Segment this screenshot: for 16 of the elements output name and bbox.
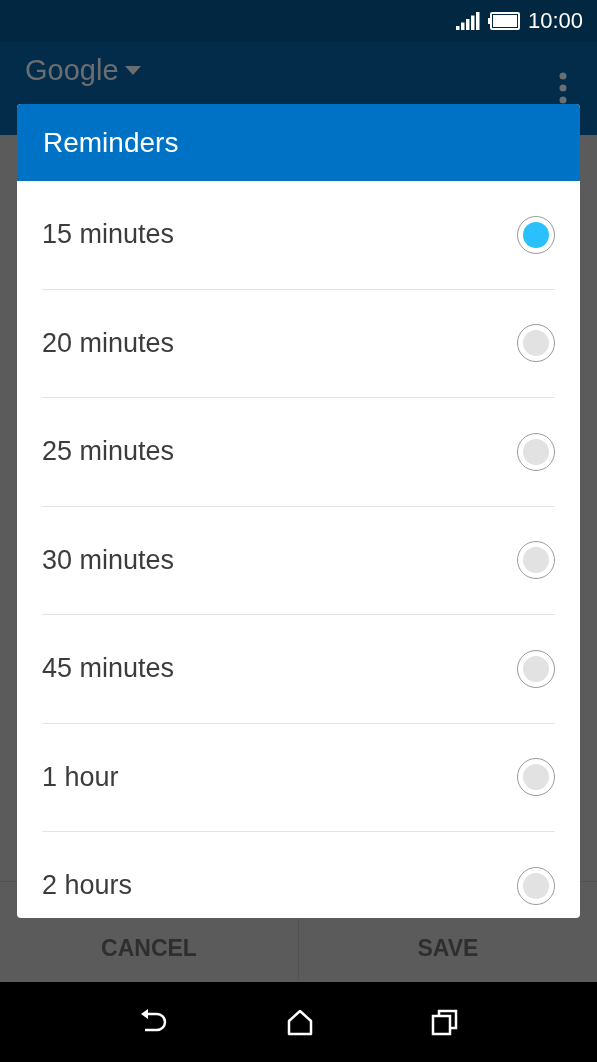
clock-time: 10:00 — [527, 8, 583, 34]
dropdown-caret-icon — [124, 65, 141, 76]
overflow-menu-icon[interactable] — [559, 72, 567, 106]
recent-apps-icon[interactable] — [430, 1008, 459, 1036]
option-label[interactable]: 45 minutes — [42, 653, 175, 685]
option-label[interactable]: 15 minutes — [42, 219, 175, 251]
option-label[interactable]: 30 minutes — [42, 544, 175, 576]
option-label[interactable]: 20 minutes — [42, 327, 175, 359]
battery-icon — [487, 12, 520, 30]
home-icon[interactable] — [285, 1008, 314, 1036]
account-name: Google — [25, 54, 119, 87]
signal-icon — [455, 12, 480, 30]
dialog-title: Reminders — [17, 104, 580, 181]
option-label[interactable]: 25 minutes — [42, 436, 175, 468]
option-label[interactable]: 1 hour — [42, 761, 119, 793]
option-label[interactable]: 2 hours — [42, 870, 133, 902]
